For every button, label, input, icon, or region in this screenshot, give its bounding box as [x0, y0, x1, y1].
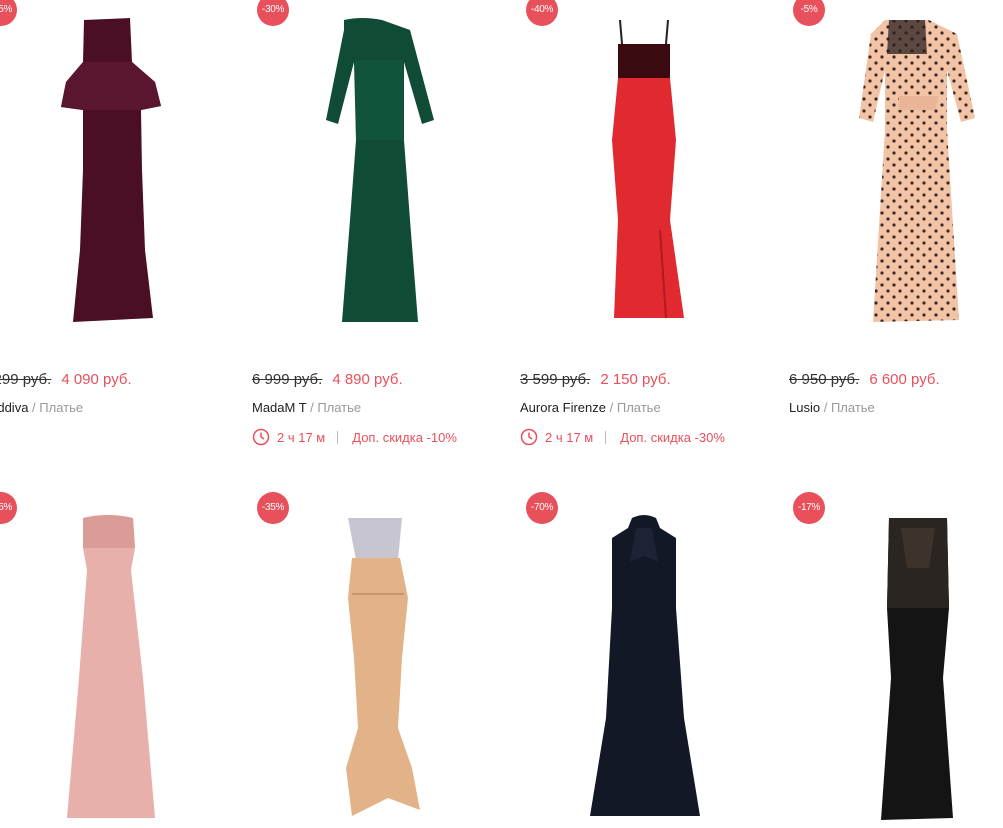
new-price: 6 600 руб. [869, 371, 940, 388]
product-image-burgundy-peplum-dress[interactable] [0, 0, 225, 330]
promo-timer: 2 ч 17 м [277, 429, 326, 445]
old-price: 3 599 руб. [520, 371, 591, 388]
new-price: 4 090 руб. [61, 371, 132, 388]
discount-badge: -70% [526, 492, 558, 524]
separator: / [609, 400, 614, 415]
product-image-navy-bow-dress[interactable] [520, 498, 750, 828]
promo-row: 2 ч 17 м Доп. скидка -10% [252, 428, 457, 446]
product-type: Платье [39, 400, 84, 415]
promo-timer: 2 ч 17 м [545, 429, 594, 445]
divider [337, 430, 339, 444]
product-type: Платье [317, 400, 362, 415]
clock-icon [252, 428, 270, 446]
new-price: 4 890 руб. [332, 371, 403, 388]
product-image-green-maxi-dress[interactable] [252, 0, 482, 330]
brand-link[interactable]: Lusio [789, 400, 820, 415]
old-price: 6 299 руб. [0, 371, 52, 388]
discount-badge: -35% [257, 492, 289, 524]
promo-row: 2 ч 17 м Доп. скидка -30% [520, 428, 725, 446]
discount-badge: -17% [793, 492, 825, 524]
old-price: 6 950 руб. [789, 371, 860, 388]
product-image-black-lace-dress[interactable] [789, 498, 1003, 828]
product-type: Платье [830, 400, 875, 415]
product-type: Платье [616, 400, 661, 415]
extra-discount: Доп. скидка -30% [620, 429, 725, 445]
product-image-polka-dot-dress[interactable] [789, 0, 1003, 330]
separator: / [32, 400, 36, 415]
product-image-pink-chiffon-dress[interactable] [0, 498, 225, 828]
clock-icon [520, 428, 538, 446]
old-price: 6 999 руб. [252, 371, 323, 388]
extra-discount: Доп. скидка -10% [352, 429, 457, 445]
brand-link[interactable]: Goddiva [0, 400, 28, 415]
separator: / [823, 400, 828, 415]
brand-link[interactable]: MadaM T [252, 400, 306, 415]
product-image-beige-mermaid-dress[interactable] [252, 498, 482, 828]
product-image-red-maxi-dress[interactable] [520, 0, 750, 330]
brand-link[interactable]: Aurora Firenze [520, 400, 606, 415]
separator: / [310, 400, 314, 415]
new-price: 2 150 руб. [600, 371, 671, 388]
divider [605, 430, 607, 444]
